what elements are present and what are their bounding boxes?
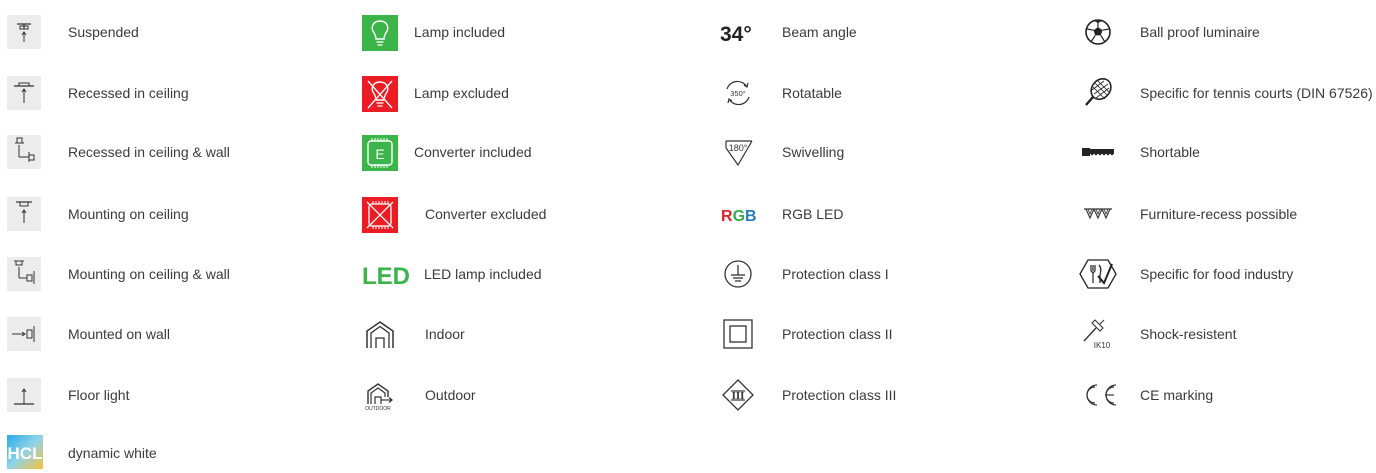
legend-label: Mounted on wall [68,326,170,342]
legend-item-ce-marking: CE marking [1078,375,1374,415]
legend-item-ball-proof: Ball proof luminaire [1078,12,1374,52]
legend-label: Outdoor [425,387,476,403]
legend-item-lamp-included: Lamp included [362,12,682,52]
legend-item-mounting-ceiling-wall: Mounting on ceiling & wall [7,254,327,294]
ball-icon [1078,12,1118,52]
hcl-icon: HCL [7,433,47,473]
recessed-ceiling-icon [7,73,47,113]
legend-label: Protection class II [782,326,893,342]
legend-label: Converter included [414,144,532,160]
converter-included-icon: E [362,132,402,172]
legend-item-recessed-ceiling: Recessed in ceiling [7,73,327,113]
outdoor-icon: OUTDOOR [362,375,402,415]
rgb-icon: RGB [718,194,766,234]
legend-item-floor-light: Floor light [7,375,327,415]
legend-label: Shock-resistent [1140,326,1237,342]
legend-item-shock-resistent: IK10 Shock-resistent [1078,314,1374,354]
hammer-icon-text: IK10 [1094,341,1111,350]
rotatable-icon: 350° [718,73,758,113]
mounting-ceiling-icon [7,194,47,234]
hcl-icon-text: HCL [8,444,43,463]
floor-light-icon [7,375,47,415]
outdoor-icon-text: OUTDOOR [365,406,391,412]
legend-label: Specific for food industry [1140,266,1294,282]
legend-item-recessed-ceiling-wall: Recessed in ceiling & wall [7,132,327,172]
legend-item-rotatable: 350° Rotatable [718,73,1038,113]
tennis-racket-icon [1078,73,1118,113]
legend-item-converter-included: E Converter included [362,132,682,172]
legend-label: Lamp included [414,24,506,40]
legend-label: CE marking [1140,387,1214,403]
legend-label: Mounting on ceiling [68,206,189,222]
lamp-included-icon [362,12,402,52]
legend-label: Swivelling [782,144,845,160]
legend-item-furniture-recess: Furniture-recess possible [1078,194,1374,234]
legend-label: Mounting on ceiling & wall [68,266,230,282]
rotatable-icon-text: 350° [730,89,746,98]
led-icon: LED [362,254,410,294]
legend-label: Lamp excluded [414,85,509,101]
saw-icon [1078,132,1118,172]
protection-class-3-icon: III [718,375,758,415]
hammer-icon: IK10 [1078,314,1118,354]
legend-label: Ball proof luminaire [1140,24,1260,40]
legend-item-food-industry: Specific for food industry [1078,254,1374,294]
legend-label: dynamic white [68,445,157,461]
legend-item-protection-class-3: III Protection class III [718,375,1038,415]
legend-item-rgb-led: RGB RGB LED [718,194,1038,234]
recessed-ceiling-wall-icon [7,132,47,172]
legend-label: Shortable [1140,144,1200,160]
legend-item-shortable: Shortable [1078,132,1374,172]
legend-label: RGB LED [782,206,844,222]
legend-item-lamp-excluded: Lamp excluded [362,73,682,113]
legend-label: Rotatable [782,85,842,101]
swivelling-icon: 180° [718,132,758,172]
mounted-wall-icon [7,314,47,354]
led-icon-text: LED [362,263,410,290]
food-industry-icon [1078,254,1118,294]
indoor-icon [362,314,402,354]
legend-item-tennis-courts: Specific for tennis courts (DIN 67526) [1078,73,1374,113]
rgb-icon-text: RGB [721,208,757,225]
legend-label: Floor light [68,387,130,403]
legend-label: Furniture-recess possible [1140,206,1298,222]
beam-angle-icon-text: 34° [720,23,752,46]
converter-excluded-icon [362,194,402,234]
beam-angle-icon: 34° [718,12,762,52]
legend-item-suspended: Suspended [7,12,327,52]
legend-item-dynamic-white: HCL dynamic white [7,433,327,473]
legend-item-led-lamp: LED LED lamp included [362,254,682,294]
legend-label: Recessed in ceiling [68,85,189,101]
legend-label: Protection class III [782,387,897,403]
legend-label: Recessed in ceiling & wall [68,144,230,160]
mounting-ceiling-wall-icon [7,254,47,294]
protection-class-1-icon [718,254,758,294]
suspended-icon [7,12,41,52]
protection-class-2-icon [718,314,758,354]
legend-item-protection-class-2: Protection class II [718,314,1038,354]
legend-item-outdoor: OUTDOOR Outdoor [362,375,682,415]
legend-item-converter-excluded: Converter excluded [362,194,682,234]
ce-icon [1078,375,1118,415]
legend-item-swivelling: 180° Swivelling [718,132,1038,172]
legend-label: Specific for tennis courts (DIN 67526) [1140,85,1373,101]
converter-icon-text: E [375,146,384,162]
legend-item-mounting-ceiling: Mounting on ceiling [7,194,327,234]
swivelling-icon-text: 180° [729,143,748,153]
legend-label: Beam angle [782,24,857,40]
legend-label: Protection class I [782,266,889,282]
legend-item-mounted-wall: Mounted on wall [7,314,327,354]
legend-label: LED lamp included [424,266,542,282]
lamp-excluded-icon [362,73,402,113]
furniture-recess-icon [1078,194,1118,234]
legend-label: Suspended [68,24,139,40]
legend-label: Converter excluded [425,206,547,222]
legend-label: Indoor [425,326,465,342]
legend-item-indoor: Indoor [362,314,682,354]
legend-item-protection-class-1: Protection class I [718,254,1038,294]
legend-item-beam-angle: 34° Beam angle [718,12,1038,52]
